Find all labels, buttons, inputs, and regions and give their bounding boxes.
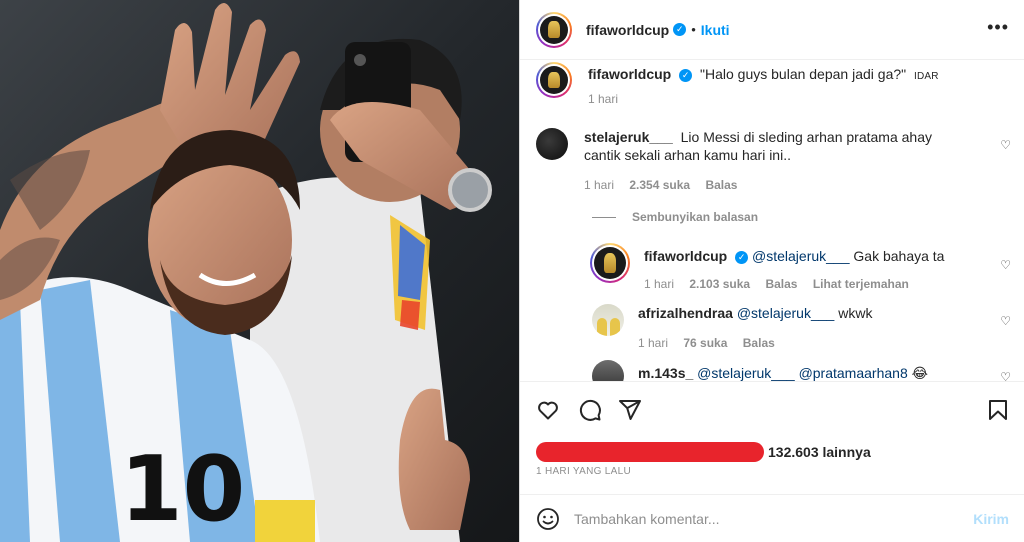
reply-time[interactable]: 1 hari [644, 277, 674, 291]
verified-icon: ✓ [673, 23, 687, 36]
comment-username[interactable]: stelajeruk___ [584, 129, 673, 145]
reply-mention[interactable]: @stelajeruk___ [752, 248, 850, 264]
comment-time[interactable]: 1 hari [584, 178, 614, 192]
heart-icon[interactable]: ♡ [1000, 138, 1011, 152]
reply-username[interactable]: fifaworldcup [644, 248, 727, 264]
reply-mention[interactable]: @stelajeruk___ [737, 305, 835, 321]
reply-avatar[interactable] [592, 304, 624, 336]
verified-icon: ✓ [679, 68, 693, 82]
caption-text: "Halo guys bulan depan jadi ga?" [700, 66, 907, 82]
heart-icon[interactable]: ♡ [1000, 370, 1011, 381]
edited-label: IDAR [914, 71, 939, 82]
emoji-icon[interactable] [536, 507, 560, 531]
reply-button[interactable]: Balas [743, 336, 775, 350]
commenter-avatar[interactable] [536, 128, 568, 160]
redaction-mark [536, 442, 764, 462]
share-icon[interactable] [618, 398, 642, 422]
post-date[interactable]: 1 HARI YANG LALU [536, 466, 631, 477]
reply-likes[interactable]: 76 suka [683, 336, 727, 350]
reply-username[interactable]: m.143s_ [638, 365, 693, 381]
likes-summary[interactable]: 132.603 lainnya [536, 442, 871, 462]
more-options-icon[interactable]: ••• [987, 18, 1009, 36]
reply-username[interactable]: afrizalhendraa [638, 305, 733, 321]
reply-item: fifaworldcup ✓ @stelajeruk___ Gak bahaya… [590, 243, 1004, 293]
add-comment-bar: Kirim [520, 494, 1024, 542]
comment-likes[interactable]: 2.354 suka [629, 178, 690, 192]
post-caption: fifaworldcup ✓ "Halo guys bulan depan ja… [536, 62, 939, 106]
hide-replies-label: Sembunyikan balasan [632, 210, 759, 224]
reply-time[interactable]: 1 hari [638, 336, 668, 350]
follow-button[interactable]: Ikuti [701, 22, 730, 38]
reply-item: m.143s_ @stelajeruk___ @pratamaarhan8 😂 [592, 360, 998, 381]
reply-mention-2[interactable]: @pratamaarhan8 [799, 365, 908, 381]
like-heart-icon[interactable] [536, 398, 560, 422]
caption-time[interactable]: 1 hari [588, 92, 618, 106]
post-image[interactable]: 10 [0, 0, 519, 542]
reply-likes[interactable]: 2.103 suka [689, 277, 750, 291]
comments-list[interactable]: fifaworldcup ✓ "Halo guys bulan depan ja… [520, 60, 1024, 381]
author-avatar[interactable] [536, 11, 572, 48]
comment-item: stelajeruk___ Lio Messi di sleding arhan… [536, 128, 944, 194]
heart-icon[interactable]: ♡ [1000, 314, 1011, 328]
author-username[interactable]: fifaworldcup [586, 22, 669, 38]
reply-button[interactable]: Balas [765, 277, 797, 291]
reply-text: wkwk [838, 305, 873, 321]
post-details-panel: fifaworldcup ✓ • Ikuti ••• fifaworldcup … [519, 0, 1024, 542]
reply-mention[interactable]: @stelajeruk___ [697, 365, 795, 381]
translate-button[interactable]: Lihat terjemahan [813, 277, 909, 291]
heart-icon[interactable]: ♡ [1000, 258, 1011, 272]
separator-dot: • [691, 22, 696, 37]
likes-count: 132.603 lainnya [768, 444, 871, 460]
caption-avatar[interactable] [536, 62, 572, 98]
caption-username[interactable]: fifaworldcup [588, 66, 671, 82]
post-header: fifaworldcup ✓ • Ikuti ••• [520, 0, 1024, 60]
hide-replies-button[interactable]: Sembunyikan balasan [592, 210, 758, 224]
svg-text:10: 10 [120, 437, 245, 542]
comment-icon[interactable] [578, 398, 602, 422]
post-comment-button[interactable]: Kirim [973, 511, 1009, 527]
reply-item: afrizalhendraa @stelajeruk___ wkwk 1 har… [592, 304, 998, 352]
action-bar [520, 381, 1024, 439]
comment-input[interactable] [574, 510, 974, 527]
reply-emoji: 😂 [911, 365, 928, 381]
bookmark-icon[interactable] [986, 398, 1010, 422]
reply-avatar[interactable] [590, 243, 630, 283]
reply-text: Gak bahaya ta [853, 248, 945, 264]
reply-button[interactable]: Balas [705, 178, 737, 192]
verified-icon: ✓ [735, 250, 749, 264]
reply-avatar[interactable] [592, 360, 624, 381]
divider-line [592, 216, 616, 218]
